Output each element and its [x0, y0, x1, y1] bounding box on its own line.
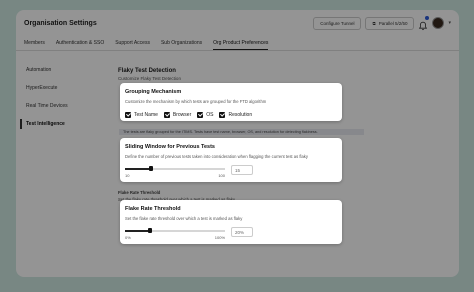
slider-handle[interactable] — [148, 228, 152, 234]
notification-dot — [425, 16, 430, 20]
sidebar-item-automation[interactable]: Automation — [16, 61, 104, 79]
page-header: Organisation Settings Configure Tunnel ⧉… — [16, 10, 459, 36]
option-label: Browser — [172, 112, 192, 118]
parallel-button[interactable]: ⧉ Parallel 5/2/50 — [365, 16, 415, 30]
sliding-window-description: Define the number of previous tests take… — [125, 154, 308, 159]
flake-rate-control: 0% 100% 20% — [125, 227, 337, 241]
flake-rate-description: Set the flake rate threshold over which … — [125, 216, 243, 221]
header-actions: Configure Tunnel ⧉ Parallel 5/2/50 ▾ — [313, 16, 451, 31]
sliding-window-control: 10 100 15 — [125, 165, 337, 179]
checkbox-checked-icon[interactable] — [163, 112, 170, 118]
option-test-name[interactable]: Test Name — [125, 112, 158, 118]
bg-flake-title: Flake Rate Threshold — [118, 190, 161, 195]
flake-rate-input[interactable]: 20% — [231, 227, 253, 237]
checkbox-checked-icon[interactable] — [219, 112, 226, 118]
option-label: Test Name — [134, 112, 158, 118]
slider-min-label: 0% — [125, 235, 131, 240]
option-label: Resolution — [228, 112, 253, 118]
chevron-down-icon[interactable]: ▾ — [448, 20, 451, 26]
sliding-window-slider[interactable]: 10 100 — [125, 165, 225, 179]
slider-max-label: 100 — [218, 173, 225, 178]
slider-fill — [125, 168, 151, 170]
page-title: Organisation Settings — [24, 19, 97, 27]
sliding-window-card: Sliding Window for Previous Tests Define… — [120, 138, 342, 182]
section-title: Flaky Test Detection — [118, 68, 176, 74]
flake-rate-title: Flake Rate Threshold — [125, 206, 181, 212]
option-label: OS — [206, 112, 214, 118]
option-resolution[interactable]: Resolution — [219, 112, 252, 118]
grouping-title: Grouping Mechanism — [125, 89, 182, 95]
avatar[interactable] — [432, 17, 445, 29]
configure-tunnel-button[interactable]: Configure Tunnel — [313, 16, 362, 30]
notification-bell-icon[interactable] — [418, 16, 430, 31]
parallel-icon: ⧉ — [372, 20, 376, 26]
sidebar-item-test-intelligence[interactable]: Test Intelligence — [16, 115, 104, 133]
grouping-mechanism-card: Grouping Mechanism Customize the mechani… — [120, 83, 342, 121]
tab-support-access[interactable]: Support Access — [115, 36, 150, 50]
checkbox-checked-icon[interactable] — [125, 112, 131, 118]
slider-max-label: 100% — [214, 235, 225, 240]
slider-min-label: 10 — [125, 173, 130, 178]
sliding-window-title: Sliding Window for Previous Tests — [125, 144, 215, 150]
slider-handle[interactable] — [148, 166, 153, 172]
flake-rate-slider[interactable]: 0% 100% — [125, 227, 225, 241]
tab-members[interactable]: Members — [24, 36, 45, 50]
settings-tabs: Members Authentication & SSO Support Acc… — [16, 36, 459, 51]
sliding-window-input[interactable]: 15 — [231, 165, 253, 175]
option-browser[interactable]: Browser — [163, 112, 192, 118]
option-os[interactable]: OS — [197, 112, 213, 118]
tab-sub-organizations[interactable]: Sub Organizations — [161, 36, 202, 50]
section-subtitle: Customize Flaky Test Detection — [118, 76, 181, 81]
tab-org-product-preferences[interactable]: Org Product Preferences — [213, 36, 269, 50]
sidebar-item-hyperexecute[interactable]: HyperExecute — [16, 79, 104, 97]
info-banner: The tests are flaky grouped for the ITIM… — [119, 129, 364, 135]
tab-authentication-sso[interactable]: Authentication & SSO — [56, 36, 104, 50]
sidebar-item-real-time-devices[interactable]: Real Time Devices — [16, 97, 104, 115]
checkbox-checked-icon[interactable] — [197, 112, 204, 118]
grouping-options: Test Name Browser OS Resolution — [125, 112, 337, 118]
parallel-label: Parallel 5/2/50 — [378, 20, 408, 26]
flake-rate-card: Flake Rate Threshold Set the flake rate … — [120, 200, 342, 244]
grouping-description: Customize the mechanism by which tests a… — [125, 99, 267, 104]
slider-fill — [125, 230, 150, 232]
sidebar: Automation HyperExecute Real Time Device… — [16, 51, 104, 277]
